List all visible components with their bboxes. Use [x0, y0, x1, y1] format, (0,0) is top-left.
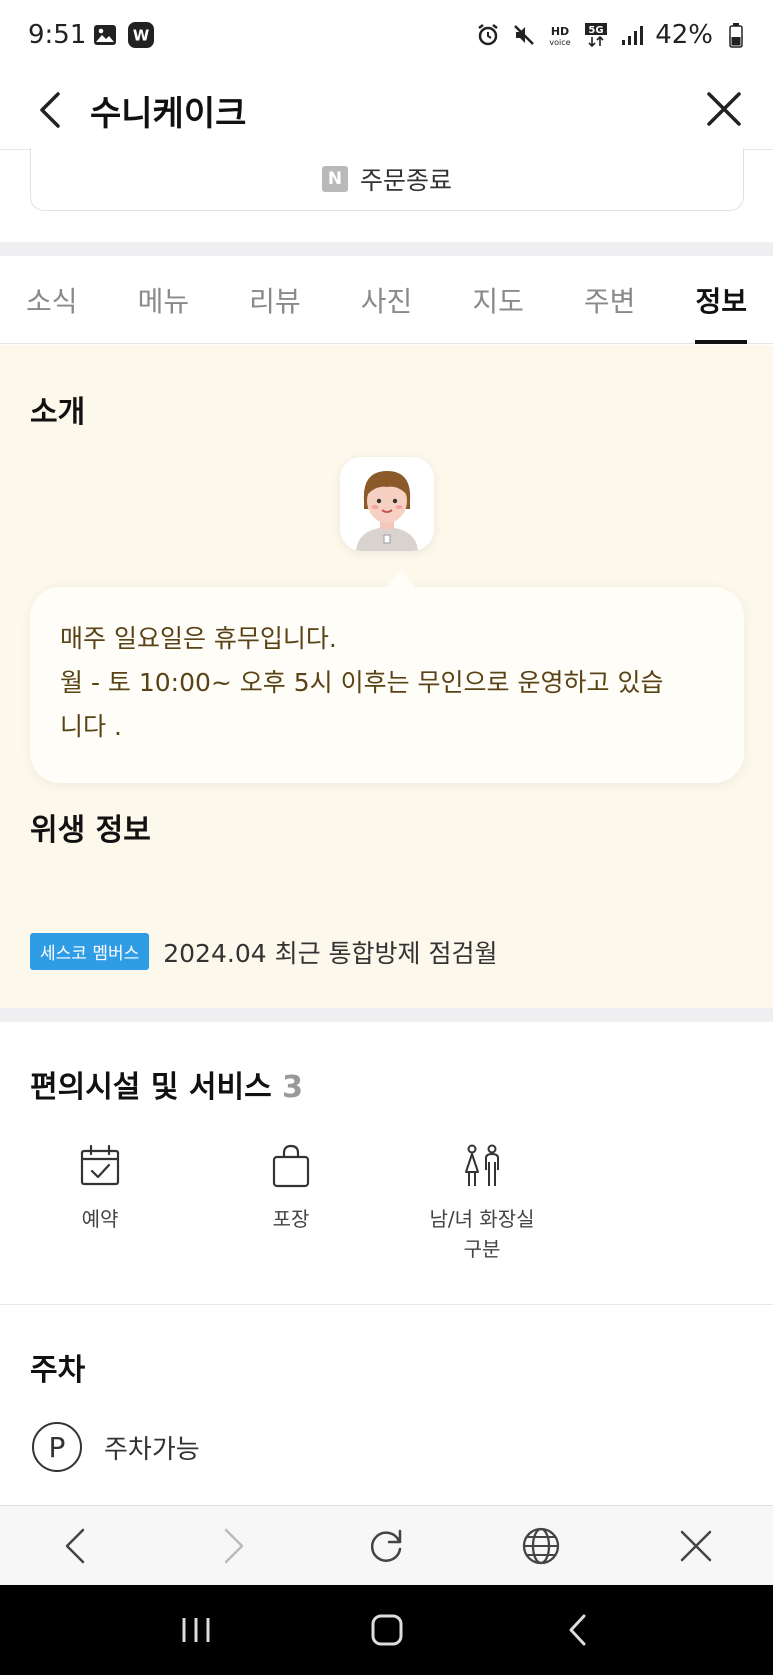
status-time: 9:51	[28, 20, 87, 50]
tab-bar: 소식 메뉴 리뷰 사진 지도 주변 정보	[0, 256, 773, 344]
hygiene-info-row: 세스코 멤버스 2024.04 최근 통합방제 점검월	[30, 933, 497, 970]
svg-text:HD: HD	[551, 25, 569, 38]
intro-section: 소개 매주 일요일은 휴무입니다. 월 - 토 10:00~ 오후 5시 이후는…	[0, 345, 773, 1008]
parking-section: 주차 P 주차가능	[0, 1305, 773, 1505]
parking-info-row: P 주차가능	[32, 1422, 200, 1472]
section-divider	[0, 242, 773, 256]
sesco-badge: 세스코 멤버스	[30, 933, 150, 970]
hygiene-title: 위생 정보	[30, 813, 151, 848]
parking-icon: P	[32, 1422, 82, 1472]
facility-reservation: 예약	[5, 1142, 195, 1234]
facility-takeout: 포장	[196, 1142, 386, 1234]
5g-icon: 5G	[583, 22, 609, 48]
refresh-icon[interactable]	[360, 1520, 412, 1572]
battery-percent: 42%	[655, 20, 713, 50]
browser-close-icon[interactable]	[670, 1520, 722, 1572]
calendar-check-icon	[76, 1142, 124, 1190]
facilities-section: 편의시설 및 서비스 3 예약 포장 남/녀 화장실 구분	[0, 1022, 773, 1305]
page-title: 수니케이크	[90, 94, 247, 134]
image-icon	[92, 22, 118, 48]
recent-apps-icon[interactable]	[171, 1605, 221, 1655]
system-back-icon[interactable]	[553, 1605, 603, 1655]
facility-restroom: 남/녀 화장실 구분	[387, 1142, 577, 1264]
back-arrow-icon[interactable]	[30, 88, 74, 132]
w-app-icon: W	[128, 22, 154, 48]
system-nav-bar	[0, 1585, 773, 1675]
home-icon[interactable]	[362, 1605, 412, 1655]
svg-text:W: W	[133, 27, 149, 45]
signal-icon	[619, 22, 645, 48]
facilities-count: 3	[282, 1070, 304, 1105]
tab-map[interactable]: 지도	[472, 256, 524, 344]
intro-line-2: 월 - 토 10:00~ 오후 5시 이후는 무인으로 운영하고 있습	[60, 668, 664, 697]
order-status-label: 주문종료	[359, 166, 452, 195]
tab-reviews[interactable]: 리뷰	[249, 256, 301, 344]
alarm-icon	[475, 22, 501, 48]
tab-nearby[interactable]: 주변	[584, 256, 636, 344]
app-header: 수니케이크	[0, 72, 773, 150]
facility-label: 예약	[81, 1207, 119, 1231]
tab-news[interactable]: 소식	[26, 256, 78, 344]
naver-n-icon: N	[321, 166, 348, 192]
owner-avatar	[340, 457, 434, 551]
restroom-icon	[458, 1142, 506, 1190]
battery-icon	[723, 22, 749, 48]
intro-speech-bubble: 매주 일요일은 휴무입니다. 월 - 토 10:00~ 오후 5시 이후는 무인…	[30, 569, 744, 783]
tab-photos[interactable]: 사진	[361, 256, 413, 344]
browser-forward-icon[interactable]	[206, 1520, 258, 1572]
hygiene-text: 2024.04 최근 통합방제 점검월	[163, 938, 498, 968]
order-status-button[interactable]: N 주문종료	[30, 148, 744, 211]
intro-line-1: 매주 일요일은 휴무입니다.	[60, 624, 337, 653]
mute-icon	[511, 22, 537, 48]
parking-text: 주차가능	[104, 1434, 200, 1465]
hd-voice-icon: HD voice	[547, 22, 573, 48]
tab-menu[interactable]: 메뉴	[138, 256, 190, 344]
facility-label: 포장	[272, 1207, 310, 1231]
tab-info[interactable]: 정보	[695, 256, 747, 344]
browser-back-icon[interactable]	[51, 1520, 103, 1572]
section-divider-2	[0, 1008, 773, 1022]
parking-title: 주차	[30, 1353, 86, 1388]
intro-line-3: 니다 .	[60, 712, 122, 741]
intro-title: 소개	[30, 395, 86, 430]
shopping-bag-icon	[267, 1142, 315, 1190]
facilities-title: 편의시설 및 서비스 3	[30, 1070, 304, 1105]
browser-toolbar	[0, 1505, 773, 1585]
status-bar: 9:51 W HD voice 5G 42%	[0, 0, 773, 72]
close-icon[interactable]	[701, 86, 747, 132]
globe-icon[interactable]	[515, 1520, 567, 1572]
svg-text:5G: 5G	[589, 25, 604, 36]
svg-text:voice: voice	[550, 38, 571, 47]
facility-label: 남/녀 화장실 구분	[429, 1207, 535, 1261]
